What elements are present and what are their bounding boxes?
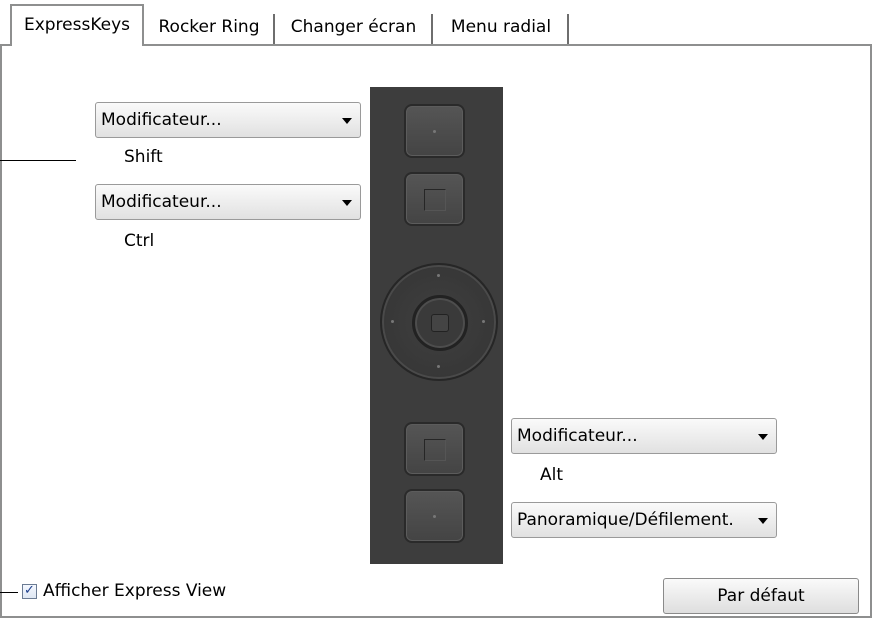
chevron-down-icon bbox=[342, 200, 352, 206]
expresskey-1[interactable] bbox=[404, 104, 465, 158]
rocker-ring[interactable] bbox=[380, 263, 498, 381]
key-top1-select[interactable]: Modificateur... bbox=[95, 102, 361, 138]
ring-dot-top-icon bbox=[437, 274, 440, 277]
key-square-icon bbox=[424, 189, 446, 211]
ring-dot-right-icon bbox=[482, 320, 485, 323]
key-top1-value: Modificateur... bbox=[101, 110, 222, 130]
key-dot-icon bbox=[433, 515, 436, 518]
key-bottom2-value: Panoramique/Défilement. bbox=[517, 510, 734, 530]
express-view-checkbox[interactable]: ✓ bbox=[22, 584, 37, 599]
expresskey-2[interactable] bbox=[404, 172, 465, 226]
tab-separator bbox=[273, 14, 275, 44]
tab-changer-ecran[interactable]: Changer écran bbox=[276, 12, 431, 44]
expresskey-4[interactable] bbox=[404, 489, 465, 543]
ring-dot-left-icon bbox=[391, 320, 394, 323]
key-bottom1-select[interactable]: Modificateur... bbox=[511, 418, 777, 454]
tablet-expresskeys-image bbox=[370, 87, 503, 564]
tab-expresskeys[interactable]: ExpressKeys bbox=[10, 4, 144, 46]
key-top2-assigned-label: Ctrl bbox=[124, 231, 155, 251]
chevron-down-icon bbox=[758, 518, 768, 524]
chevron-down-icon bbox=[342, 118, 352, 124]
key-dot-icon bbox=[433, 130, 436, 133]
default-button[interactable]: Par défaut bbox=[663, 578, 859, 614]
key-bottom2-select[interactable]: Panoramique/Défilement. bbox=[511, 502, 777, 538]
check-icon: ✓ bbox=[24, 583, 35, 598]
callout-line bbox=[0, 592, 18, 593]
expresskey-3[interactable] bbox=[404, 422, 465, 476]
key-bottom1-value: Modificateur... bbox=[517, 426, 638, 446]
key-top1-assigned-label: Shift bbox=[124, 147, 163, 167]
key-top2-select[interactable]: Modificateur... bbox=[95, 184, 361, 220]
center-square-icon bbox=[431, 314, 449, 332]
tab-separator bbox=[431, 14, 433, 44]
key-top2-value: Modificateur... bbox=[101, 192, 222, 212]
chevron-down-icon bbox=[758, 434, 768, 440]
tab-rocker-ring[interactable]: Rocker Ring bbox=[146, 12, 272, 44]
ring-dot-bottom-icon bbox=[437, 365, 440, 368]
tab-separator bbox=[567, 14, 569, 44]
key-square-icon bbox=[424, 439, 446, 461]
key-bottom1-assigned-label: Alt bbox=[540, 465, 564, 485]
callout-line bbox=[0, 160, 76, 161]
express-view-label[interactable]: Afficher Express View bbox=[43, 581, 226, 601]
tab-menu-radial[interactable]: Menu radial bbox=[434, 12, 568, 44]
rocker-center-button[interactable] bbox=[412, 295, 468, 351]
